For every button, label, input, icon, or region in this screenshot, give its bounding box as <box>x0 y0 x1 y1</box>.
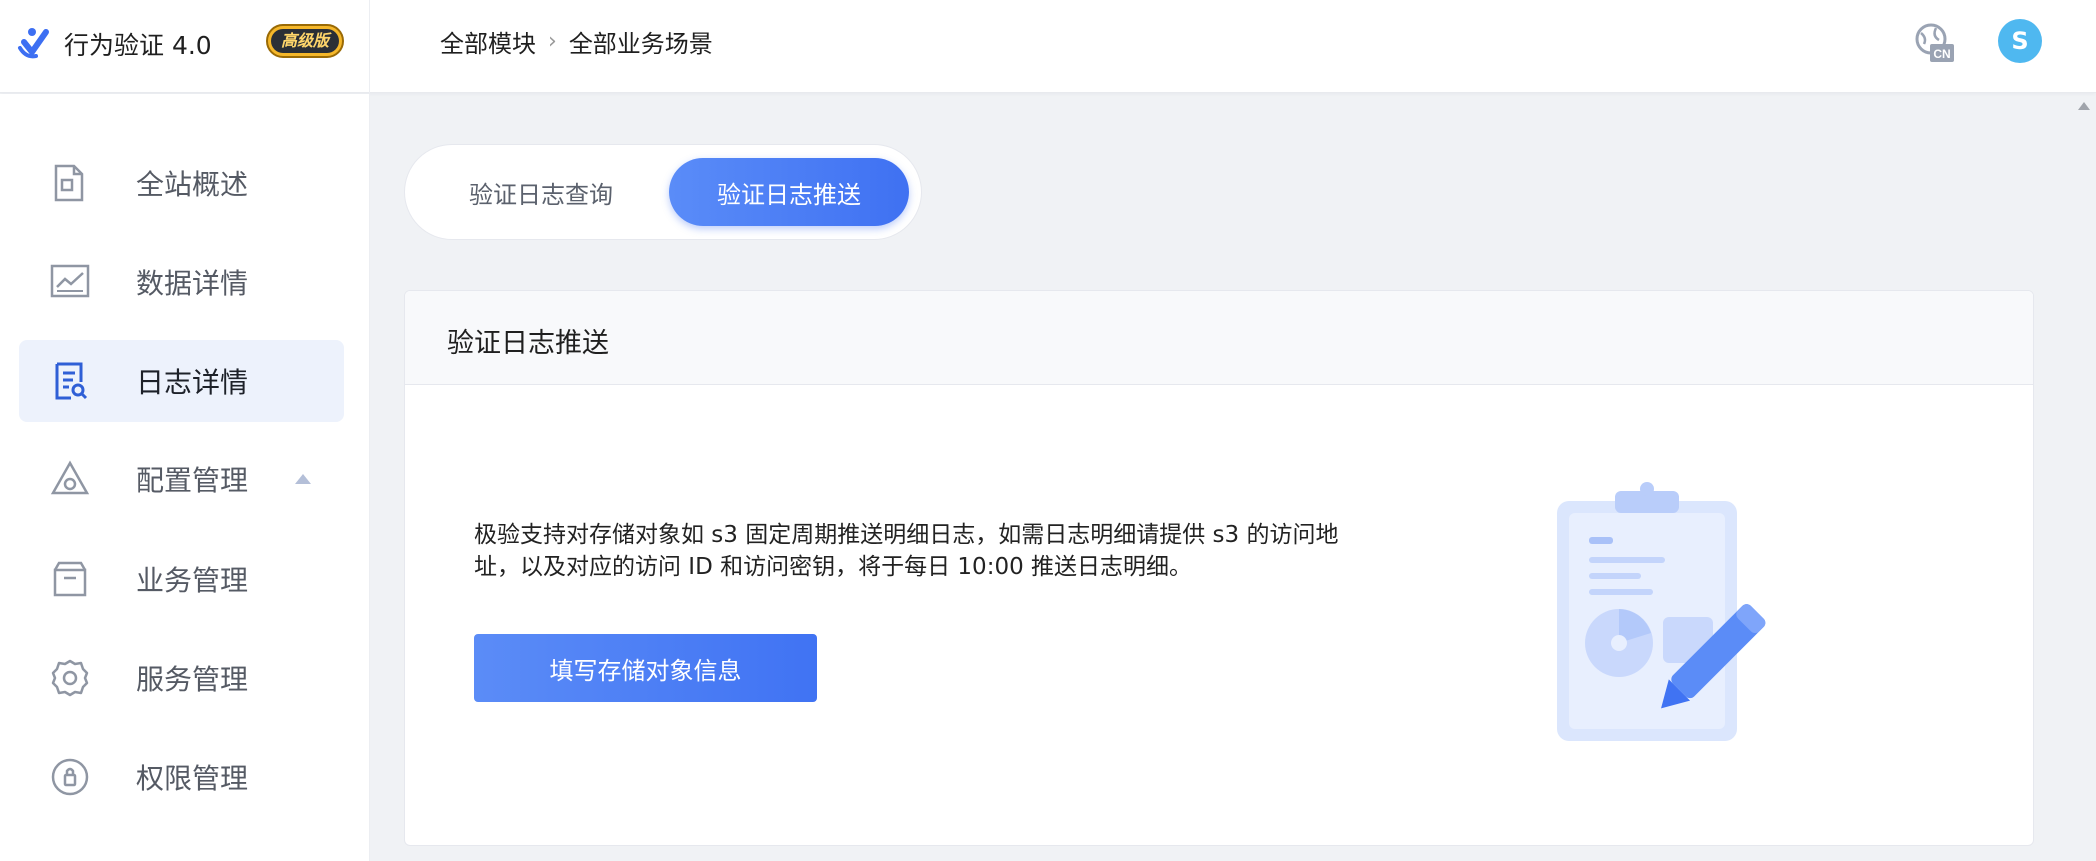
app-title: 行为验证 4.0 <box>64 31 212 60</box>
sidebar-item-logs[interactable]: 日志详情 <box>19 340 344 422</box>
tab-log-query[interactable]: 验证日志查询 <box>421 158 661 226</box>
top-header: 行为验证 4.0 高级版 全部模块 › 全部业务场景 CN S <box>0 0 2096 93</box>
card-description: 极验支持对存储对象如 s3 固定周期推送明细日志，如需日志明细请提供 s3 的访… <box>474 522 1339 580</box>
breadcrumb-item-scene[interactable]: 全部业务场景 <box>569 24 713 59</box>
chevron-right-icon: › <box>548 29 557 54</box>
sidebar: 全站概述 数据详情 日志详情 配置管理 业务管理 服务管理 权限管理 <box>0 94 370 861</box>
language-label: CN <box>1933 47 1950 61</box>
sidebar-item-label: 全站概述 <box>136 168 249 201</box>
app-logo-icon[interactable] <box>16 22 56 62</box>
scrollbar-up-arrow[interactable] <box>2078 102 2090 110</box>
sidebar-item-service[interactable]: 服务管理 <box>19 637 344 719</box>
sidebar-item-business[interactable]: 业务管理 <box>19 538 344 620</box>
fill-storage-info-button[interactable]: 填写存储对象信息 <box>474 634 817 702</box>
clipboard-pencil-illustration <box>1557 482 1766 741</box>
sidebar-item-config[interactable]: 配置管理 <box>19 438 344 520</box>
sidebar-item-label: 业务管理 <box>136 564 249 597</box>
log-search-icon <box>55 362 88 400</box>
sidebar-item-data[interactable]: 数据详情 <box>19 241 344 323</box>
card-title: 验证日志推送 <box>447 328 609 359</box>
tab-log-push[interactable]: 验证日志推送 <box>669 158 909 226</box>
gear-icon <box>51 659 89 697</box>
caret-up-icon[interactable] <box>295 474 311 484</box>
card-header: 验证日志推送 <box>405 291 2033 385</box>
breadcrumb-item-module[interactable]: 全部模块 <box>440 24 536 59</box>
sidebar-item-label: 数据详情 <box>136 267 249 300</box>
log-push-card: 验证日志推送 极验支持对存储对象如 s3 固定周期推送明细日志，如需日志明细请提… <box>404 290 2034 846</box>
brand-area: 行为验证 4.0 高级版 <box>0 0 370 93</box>
edition-badge-label: 高级版 <box>271 29 339 53</box>
sidebar-item-label: 配置管理 <box>136 464 249 497</box>
edition-badge: 高级版 <box>266 24 344 58</box>
chart-icon <box>50 264 90 298</box>
sidebar-item-label: 日志详情 <box>136 366 249 399</box>
business-icon <box>53 561 87 597</box>
sidebar-item-label: 服务管理 <box>136 663 249 696</box>
language-cn-icon[interactable]: CN <box>1912 20 1956 64</box>
sidebar-item-label: 权限管理 <box>136 762 249 795</box>
avatar[interactable]: S <box>1998 19 2042 63</box>
sidebar-item-permission[interactable]: 权限管理 <box>19 736 344 818</box>
config-icon <box>50 460 90 495</box>
lock-icon <box>51 758 89 796</box>
overview-icon <box>54 164 84 202</box>
tab-switcher: 验证日志查询 验证日志推送 <box>404 144 922 240</box>
sidebar-item-overview[interactable]: 全站概述 <box>19 142 344 224</box>
breadcrumb: 全部模块 › 全部业务场景 <box>440 24 713 59</box>
